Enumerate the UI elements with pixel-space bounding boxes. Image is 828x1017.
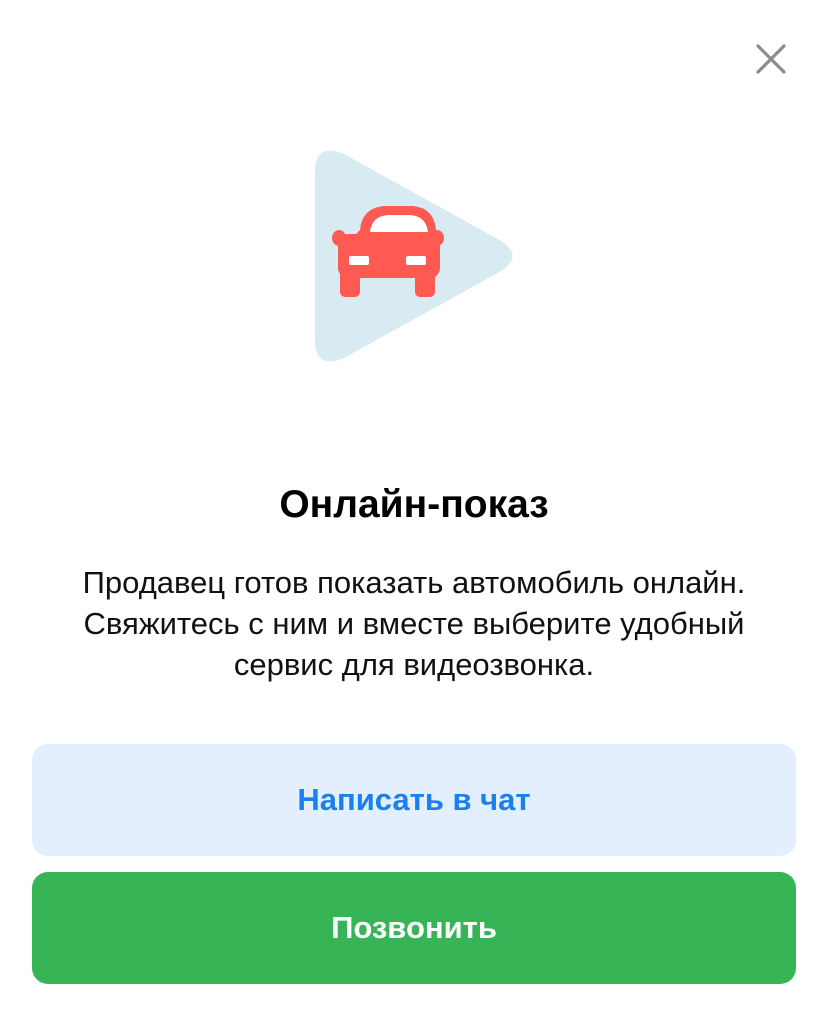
write-to-chat-label: Написать в чат [297, 782, 531, 817]
description-line: Свяжитесь с ним и вместе выберите удобны… [83, 606, 745, 641]
close-button[interactable] [748, 36, 794, 82]
car-video-icon [300, 140, 528, 372]
online-showing-dialog: Онлайн-показ Продавец готов показать авт… [0, 0, 828, 1017]
write-to-chat-button[interactable]: Написать в чат [32, 744, 796, 856]
call-label: Позвонить [331, 910, 497, 945]
description-line: Продавец готов показать автомобиль онлай… [82, 565, 746, 600]
close-icon [756, 44, 786, 74]
dialog-description: Продавец готов показать автомобиль онлай… [40, 562, 788, 685]
dialog-title: Онлайн-показ [279, 483, 549, 526]
call-button[interactable]: Позвонить [32, 872, 796, 984]
description-line: сервис для видеозвонка. [233, 647, 595, 682]
